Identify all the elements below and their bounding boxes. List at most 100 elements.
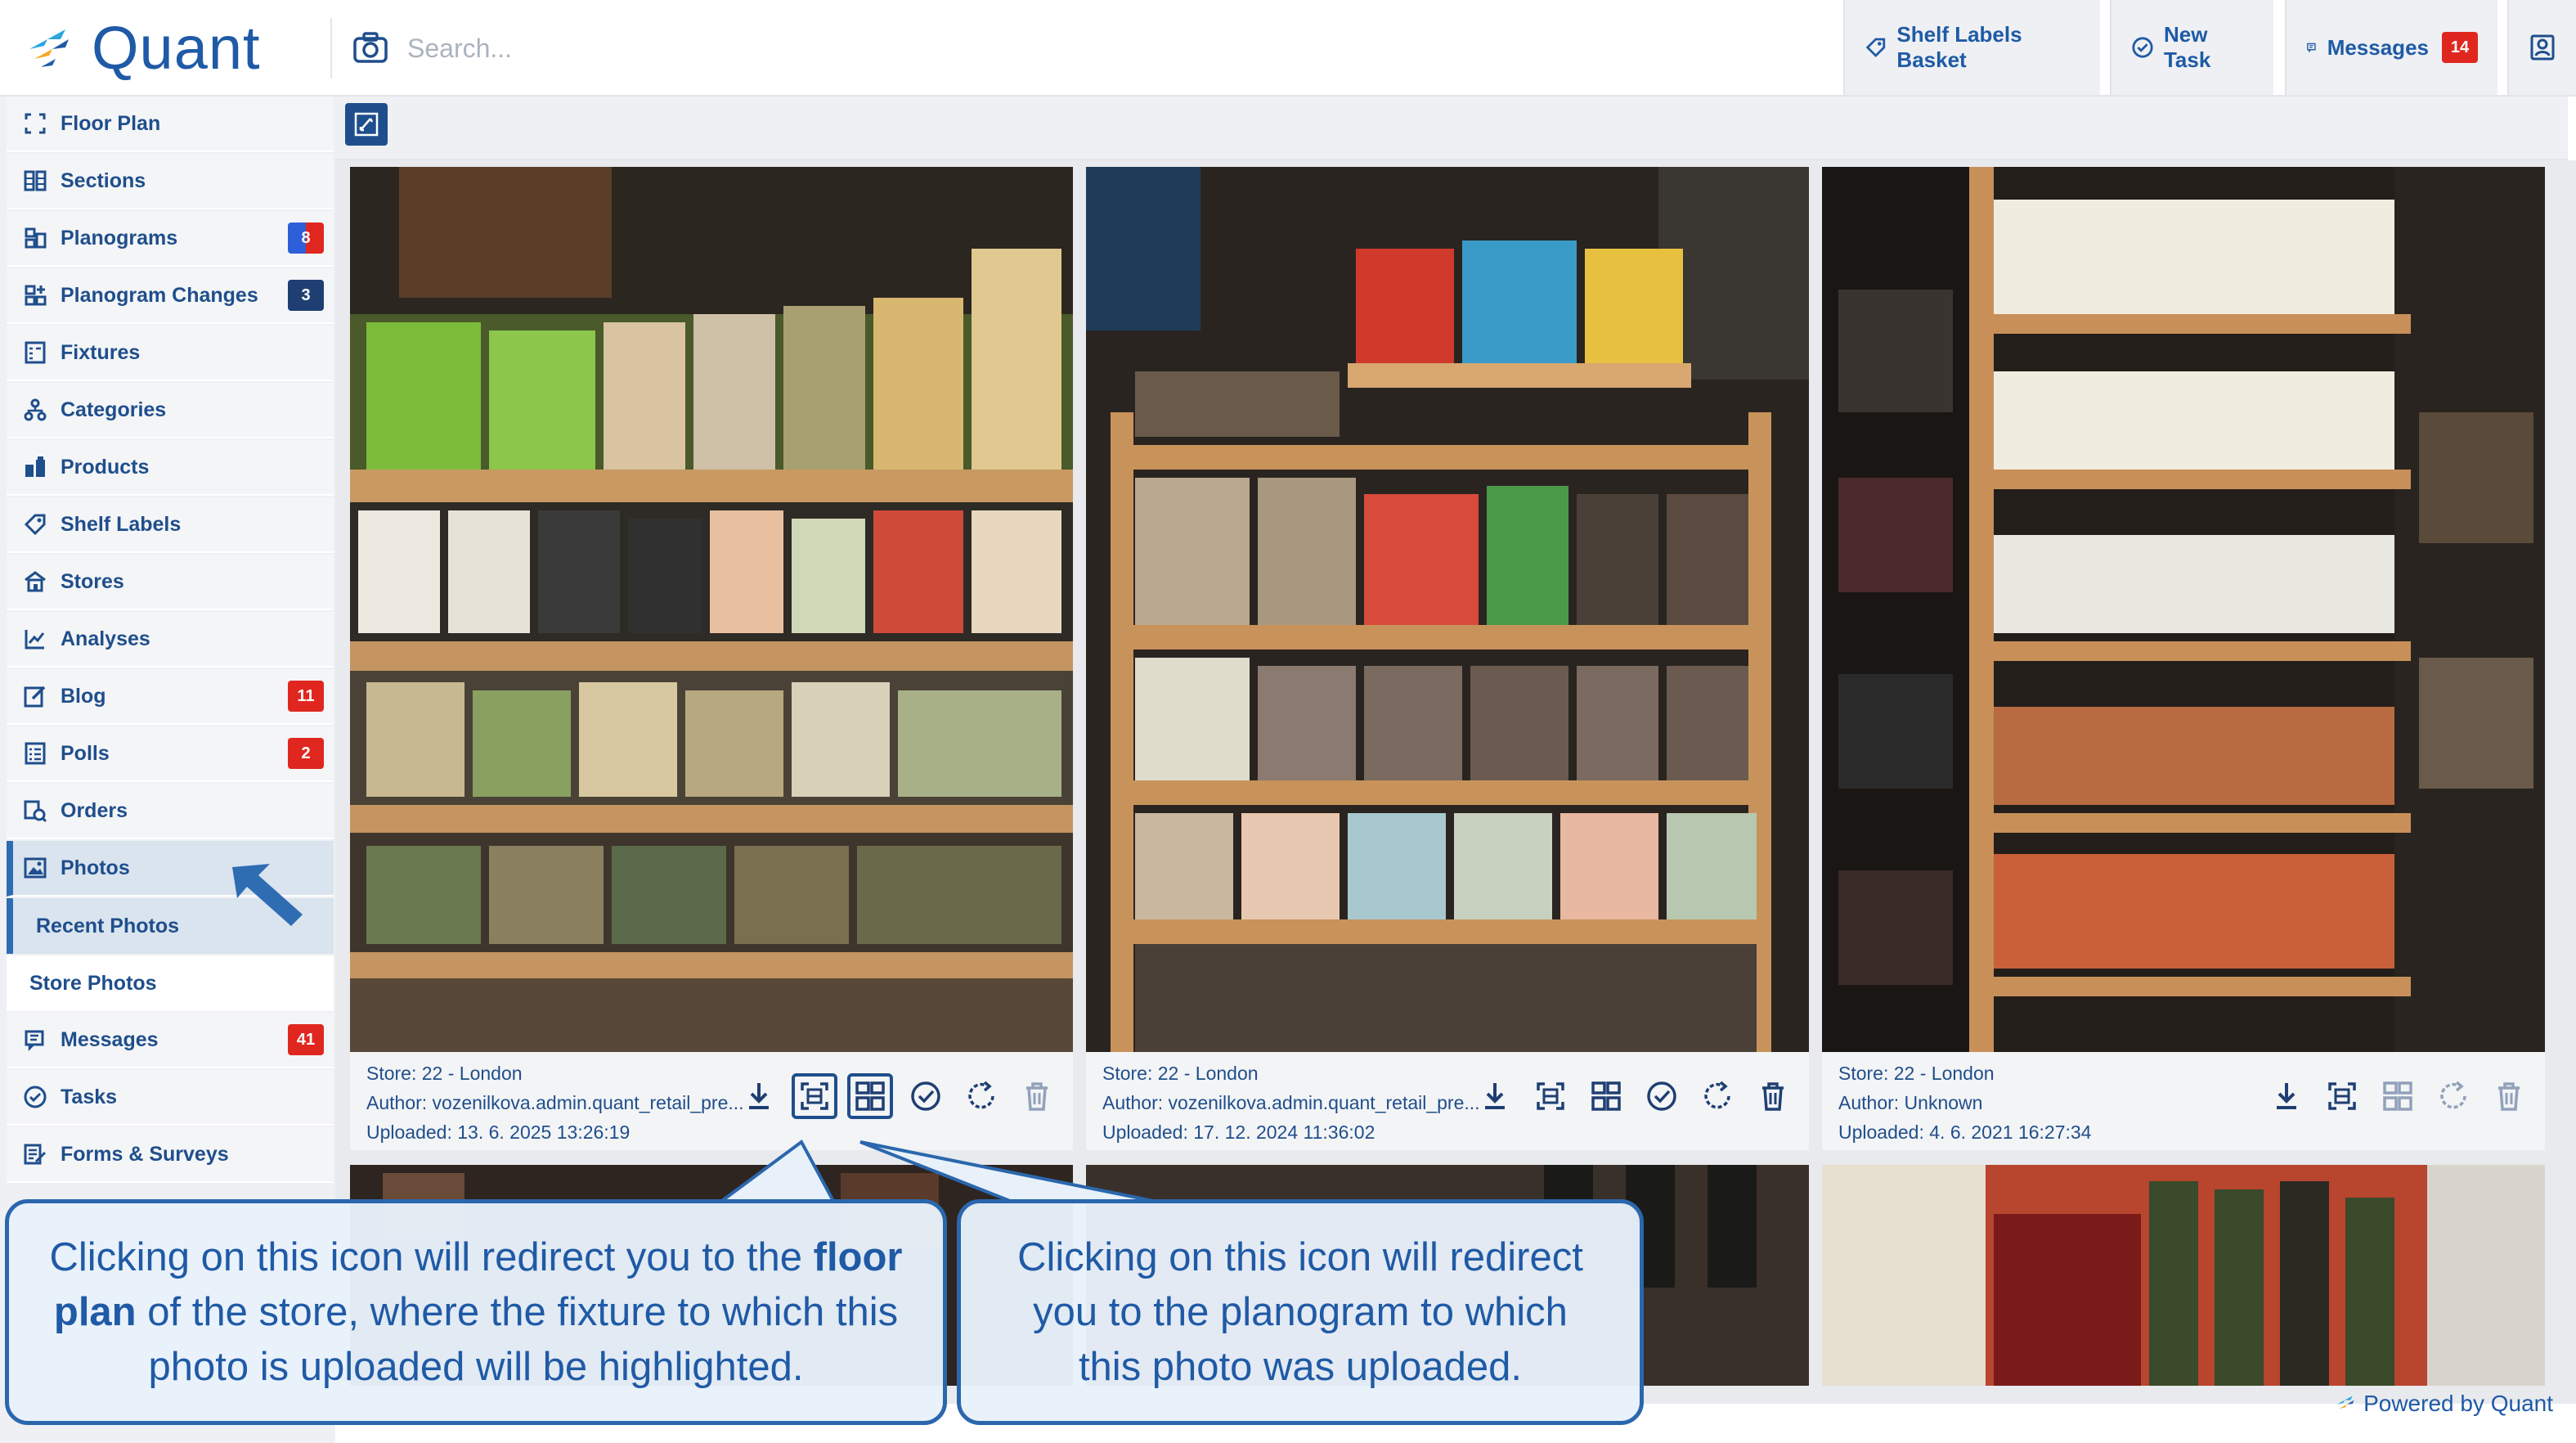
sidebar-item-analyses[interactable]: Analyses <box>7 612 334 668</box>
messages-label: Messages <box>2327 34 2429 60</box>
photo-uploaded: Uploaded: 17. 12. 2024 11:36:02 <box>1102 1122 1376 1143</box>
rotate-icon <box>1704 1081 1730 1109</box>
photo-actions <box>2265 1075 2530 1117</box>
sidebar-item-label: Forms & Surveys <box>61 1142 229 1166</box>
photo-meta: Store: 22 - London Author: vozenilkova.a… <box>350 1052 1073 1150</box>
floor-plan-icon <box>1537 1082 1564 1110</box>
trash-icon <box>1762 1082 1784 1111</box>
forms-icon <box>21 1140 49 1168</box>
delete-button[interactable] <box>1752 1075 1794 1117</box>
shelf-labels-basket-button[interactable]: Shelf Labels Basket <box>1843 0 2100 95</box>
camera-icon[interactable] <box>352 29 389 67</box>
sidebar-item-fixtures[interactable]: Fixtures <box>7 326 334 381</box>
app-name: Quant <box>92 13 261 82</box>
sidebar-item-stores[interactable]: Stores <box>7 555 334 610</box>
floor-plan-link-button[interactable] <box>1529 1075 1572 1117</box>
new-task-button[interactable]: New Task <box>2110 0 2273 95</box>
rotate-button[interactable] <box>2432 1075 2475 1117</box>
sidebar-item-polls[interactable]: Polls 2 <box>7 726 334 782</box>
image-icon <box>21 854 49 882</box>
sidebar-item-floor-plan[interactable]: Floor Plan <box>7 97 334 152</box>
rotate-button[interactable] <box>1696 1075 1739 1117</box>
delete-button[interactable] <box>2488 1075 2530 1117</box>
quant-logo-icon <box>29 29 69 67</box>
download-button[interactable] <box>2265 1075 2308 1117</box>
callout-text: Clicking on this icon will redirect you … <box>49 1234 814 1279</box>
download-icon <box>2277 1083 2296 1109</box>
store-icon <box>21 568 49 596</box>
photo-author: Author: vozenilkova.admin.quant_retail_p… <box>1102 1092 1480 1113</box>
rotate-icon <box>968 1081 994 1109</box>
sidebar-item-label: Fixtures <box>61 340 141 364</box>
shelf-photo[interactable] <box>350 167 1073 1052</box>
new-task-label: New Task <box>2163 22 2211 72</box>
polls-icon <box>21 739 49 767</box>
photo-store: Store: 22 - London <box>366 1063 523 1084</box>
user-icon <box>2530 34 2555 61</box>
photo-actions <box>738 1073 1058 1119</box>
search-bar <box>352 21 1742 75</box>
sidebar-item-messages[interactable]: Messages 41 <box>7 1013 334 1068</box>
sidebar-item-planogram-changes[interactable]: Planogram Changes 3 <box>7 268 334 324</box>
planogram-link-button[interactable] <box>1585 1075 1627 1117</box>
photo-meta: Store: 22 - London Author: vozenilkova.a… <box>1086 1052 1809 1150</box>
download-button[interactable] <box>1474 1075 1516 1117</box>
shelf-labels-basket-label: Shelf Labels Basket <box>1896 22 2022 72</box>
callout-text: of the store, where the fixture to which… <box>136 1289 899 1389</box>
floor-plan-link-button[interactable] <box>792 1073 837 1119</box>
floor-plan-link-button[interactable] <box>2321 1075 2363 1117</box>
blog-icon <box>21 682 49 710</box>
sidebar-item-products[interactable]: Products <box>7 440 334 496</box>
photo-card[interactable]: Store: 22 - London Author: Unknown Uploa… <box>1822 167 2545 1150</box>
sidebar-subitem-recent-photos[interactable]: Recent Photos <box>7 898 334 954</box>
sidebar-item-label: Planograms <box>61 226 178 249</box>
rotate-button[interactable] <box>960 1075 1003 1117</box>
photo-card[interactable] <box>1822 1165 2545 1386</box>
user-profile-button[interactable] <box>2507 0 2576 95</box>
products-icon <box>21 453 49 481</box>
photo-meta: Store: 22 - London Author: Unknown Uploa… <box>1822 1052 2545 1150</box>
sidebar-item-blog[interactable]: Blog 11 <box>7 669 334 725</box>
planograms-icon <box>21 224 49 252</box>
trash-icon <box>1026 1082 1048 1111</box>
messages-icon <box>2307 43 2316 53</box>
sidebar-item-orders[interactable]: Orders <box>7 784 334 839</box>
shelf-photo[interactable] <box>1086 167 1809 1052</box>
sidebar-item-label: Stores <box>61 569 124 593</box>
sidebar-item-label: Polls <box>61 741 110 765</box>
tag-icon <box>1865 38 1886 57</box>
sidebar-item-tasks[interactable]: Tasks <box>7 1070 334 1126</box>
edit-mode-button[interactable] <box>345 103 388 146</box>
messages-button[interactable]: Messages 14 <box>2285 0 2497 95</box>
search-input[interactable] <box>407 33 1634 64</box>
sidebar-item-photos[interactable]: Photos <box>7 841 334 897</box>
sidebar-item-label: Orders <box>61 798 128 822</box>
check-circle-icon <box>1647 1081 1676 1111</box>
photo-card[interactable]: Store: 22 - London Author: vozenilkova.a… <box>1086 167 1809 1150</box>
quant-logo[interactable]: Quant <box>23 13 261 82</box>
download-button[interactable] <box>738 1075 780 1117</box>
messages-count-badge: 14 <box>2442 32 2478 63</box>
sidebar-item-categories[interactable]: Categories <box>7 383 334 438</box>
sidebar-item-forms-surveys[interactable]: Forms & Surveys <box>7 1127 334 1183</box>
sidebar-item-planograms[interactable]: Planograms 8 <box>7 211 334 267</box>
approve-button[interactable] <box>904 1075 947 1117</box>
tasks-icon <box>21 1083 49 1111</box>
shelf-photo[interactable] <box>1822 1165 2545 1386</box>
planogram-icon <box>1591 1081 1621 1111</box>
sidebar-subitem-store-photos[interactable]: Store Photos <box>7 955 334 1011</box>
planogram-link-button[interactable] <box>2376 1075 2419 1117</box>
photo-store: Store: 22 - London <box>1102 1063 1259 1084</box>
approve-button[interactable] <box>1640 1075 1683 1117</box>
check-circle-icon <box>911 1081 940 1111</box>
messages-icon <box>21 1026 49 1054</box>
photo-card[interactable]: Store: 22 - London Author: vozenilkova.a… <box>350 167 1073 1150</box>
delete-button[interactable] <box>1016 1075 1058 1117</box>
polls-badge: 2 <box>288 738 324 769</box>
sidebar-item-shelf-labels[interactable]: Shelf Labels <box>7 497 334 553</box>
shelf-photo[interactable] <box>1822 167 2545 1052</box>
sidebar-item-sections[interactable]: Sections <box>7 154 334 209</box>
planogram-link-button[interactable] <box>847 1073 893 1119</box>
callout-text: Clicking on this icon will redirect you … <box>1017 1234 1583 1389</box>
photo-store: Store: 22 - London <box>1838 1063 1995 1084</box>
